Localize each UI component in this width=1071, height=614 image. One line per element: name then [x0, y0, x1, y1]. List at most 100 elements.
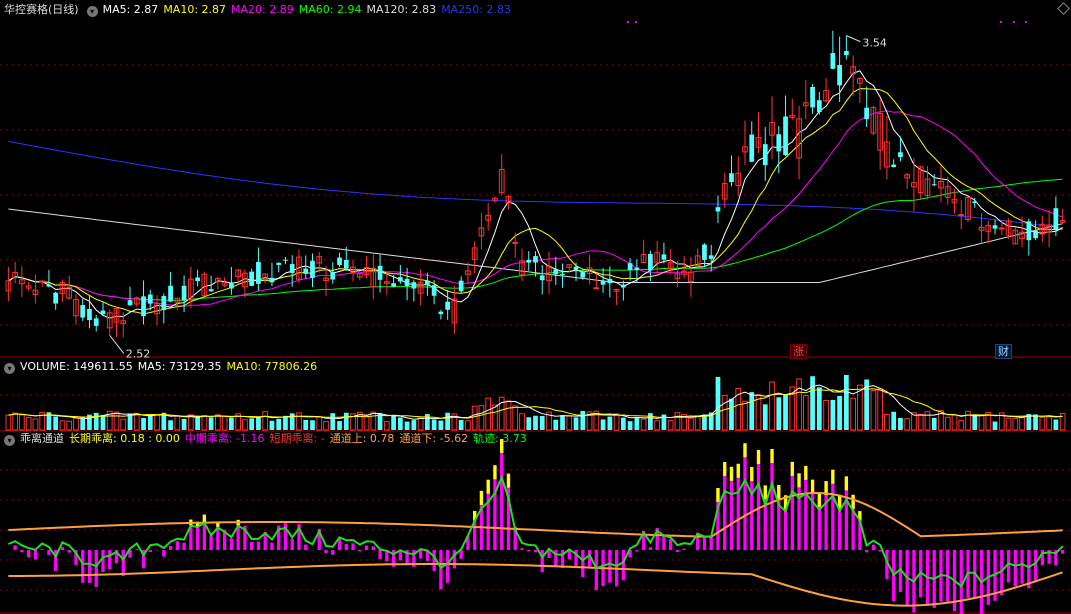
volume-bar [870, 390, 877, 431]
volume-bar [1053, 419, 1059, 430]
volume-bar [917, 413, 924, 431]
volume-bar [891, 411, 897, 430]
volume-bar [445, 412, 451, 430]
volume-bar [174, 415, 181, 431]
candle-body [620, 284, 626, 288]
volume-bar [141, 418, 146, 430]
volume-bar [721, 394, 728, 431]
volume-bar [296, 412, 302, 431]
candle-body [600, 280, 606, 285]
volume-bar [471, 405, 478, 431]
cai-tag[interactable]: 财 [995, 344, 1012, 359]
candle-body [330, 271, 336, 280]
candle-body [958, 214, 965, 217]
volume-bar [363, 415, 370, 431]
candle-body [438, 311, 444, 315]
candle-body [181, 285, 187, 301]
volume-legend-item-0: VOLUME: 149611.55 [20, 360, 133, 373]
volume-bar [1012, 418, 1019, 431]
candle-body [837, 65, 842, 86]
volume-bar [310, 420, 315, 430]
indicator-header: ▾ 乖离通道 长期乖离: 0.18 : 0.00 中期乖离: -1.16 短期乖离: -… [0, 431, 537, 447]
volume-bar [303, 419, 309, 430]
candle-body [93, 318, 99, 326]
volume-bar [613, 413, 620, 431]
candle-body [39, 280, 46, 283]
volume-bar [526, 417, 532, 430]
volume-bar [762, 404, 768, 430]
volume-bar [715, 376, 721, 430]
candle-body [573, 266, 579, 270]
volume-bar [1046, 416, 1052, 431]
volume-bar [634, 417, 640, 430]
chart-svg: 3.542.52 [0, 21, 1071, 614]
signal-dot [635, 21, 637, 23]
ma-legend-item-5: MA250: 2.83 [441, 3, 511, 16]
volume-bar [924, 411, 931, 431]
candle-body [749, 134, 755, 162]
candle-body [53, 292, 59, 304]
volume-settings-icon[interactable]: ▾ [4, 363, 15, 374]
candle-body [425, 280, 430, 285]
volume-bar [168, 420, 173, 430]
volume-bar [505, 400, 512, 431]
volume-bar [667, 419, 674, 431]
volume-bar [951, 414, 958, 431]
indicator-legend-item-5: 通道下: -5.62 [399, 432, 469, 445]
signal-dot [1000, 21, 1002, 23]
candle-body [303, 268, 309, 274]
candle-body [708, 255, 714, 259]
volume-bar [32, 418, 39, 431]
candle-body [1033, 230, 1038, 239]
volume-bar [844, 375, 849, 430]
candle-body [512, 241, 519, 244]
volume-bar [884, 413, 890, 431]
volume-bar [249, 418, 255, 430]
volume-bar [972, 415, 978, 430]
stock-title: 华控赛格(日线) [4, 3, 79, 16]
zhang-tag[interactable]: 涨 [790, 344, 807, 359]
candle-body [289, 264, 295, 273]
candle-body [458, 280, 464, 292]
volume-bar [992, 421, 998, 430]
candle-body [634, 267, 640, 271]
ma20-line [8, 110, 1063, 307]
ma-legend-item-1: MA10: 2.87 [163, 3, 227, 16]
volume-bar [93, 412, 99, 430]
volume-bar [337, 421, 342, 430]
candle-body [729, 173, 734, 183]
candle-body [147, 294, 153, 304]
volume-bar [742, 400, 748, 431]
volume-bar [397, 417, 403, 430]
indicator-legend-item-4: 通道上: 0.78 [329, 432, 395, 445]
volume-bar [978, 415, 985, 431]
candle-body [776, 134, 782, 152]
settings-icon[interactable]: ▾ [86, 6, 98, 17]
volume-bar [201, 414, 208, 431]
candle-body [1026, 221, 1032, 241]
indicator-settings-icon[interactable]: ▾ [4, 435, 15, 446]
volume-bar [25, 416, 32, 431]
volume-bar [262, 411, 269, 431]
candle-body [607, 278, 613, 284]
volume-bar [330, 413, 336, 430]
candle-body [80, 305, 86, 318]
volume-bar [59, 420, 66, 431]
candle-body [891, 164, 897, 168]
candle-body [283, 259, 288, 261]
volume-bar [580, 410, 586, 430]
volume-bar [478, 405, 485, 431]
candle-body [931, 184, 937, 186]
ma-legend-item-0: MA5: 2.87 [102, 3, 159, 16]
candle-body [343, 259, 349, 269]
high-label: 3.54 [862, 37, 887, 50]
candle-body [898, 152, 903, 158]
chart-stage: 3.54 2.52 华控赛格(日线) ▾ MA5: 2.87 MA10: 2.87 MA2… [0, 0, 1071, 614]
volume-bar [417, 417, 424, 431]
volume-bar [113, 411, 120, 431]
volume-bar [431, 419, 437, 430]
volume-bar [154, 414, 160, 431]
volume-bar [12, 412, 19, 431]
volume-bar [931, 417, 937, 430]
volume-bar [823, 399, 829, 431]
